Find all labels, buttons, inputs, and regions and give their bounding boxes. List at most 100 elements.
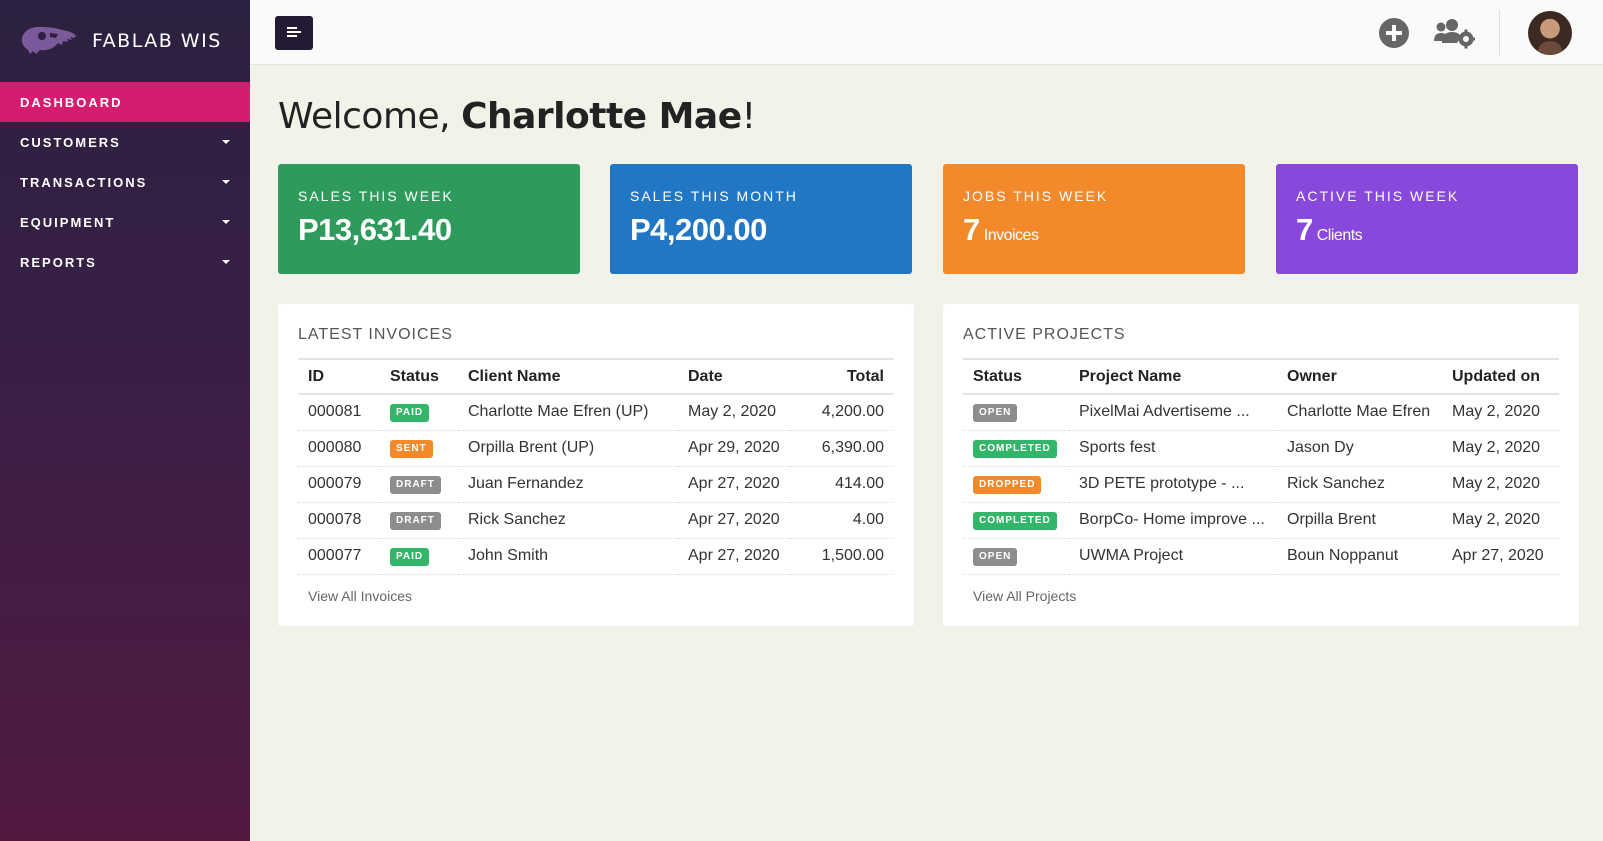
welcome-heading: Welcome, Charlotte Mae! [278, 96, 756, 137]
table-cell: 000078 [298, 502, 380, 539]
table-row[interactable]: OPEN PixelMai Advertiseme ... Charlotte Ma… [963, 394, 1559, 431]
status-badge: DRAFT [390, 476, 441, 494]
table-cell: Orpilla Brent [1277, 502, 1442, 539]
table-cell: PAID [380, 538, 458, 575]
table-cell: Apr 27, 2020 [678, 538, 790, 575]
table-cell: May 2, 2020 [678, 394, 790, 431]
table-cell: Boun Noppanut [1277, 538, 1442, 575]
table-cell: 414.00 [789, 466, 894, 503]
card-title: ACTIVE PROJECTS [963, 326, 1126, 343]
table-cell: Jason Dy [1277, 430, 1442, 467]
column-header[interactable]: Client Name [458, 359, 678, 394]
user-avatar[interactable] [1528, 11, 1572, 55]
status-badge: PAID [390, 548, 430, 566]
active-projects-card: ACTIVE PROJECTS Status Project Name Owner U… [943, 304, 1579, 626]
table-row[interactable]: 000079 DRAFT Juan Fernandez Apr 27, 2020 414… [298, 466, 894, 503]
table-cell: Apr 27, 2020 [1442, 538, 1559, 575]
caret-down-icon [222, 260, 230, 264]
table-row[interactable]: 000080 SENT Orpilla Brent (UP) Apr 29, 2020… [298, 430, 894, 467]
sidebar-item-customers[interactable]: CUSTOMERS [0, 122, 250, 162]
table-cell: UWMA Project [1069, 538, 1277, 575]
status-badge: DROPPED [973, 476, 1042, 494]
table-row[interactable]: COMPLETED BorpCo- Home improve ... Orpilla… [963, 502, 1559, 539]
jobs-this-week-card[interactable]: JOBS THIS WEEK 7 Invoices [943, 164, 1245, 274]
status-badge: OPEN [973, 548, 1018, 566]
sidebar-item-equipment[interactable]: EQUIPMENT [0, 202, 250, 242]
stat-unit: Invoices [983, 227, 1039, 244]
brand[interactable]: FABLAB WIS [0, 0, 250, 82]
column-header[interactable]: Date [678, 359, 790, 394]
column-header[interactable]: Status [380, 359, 458, 394]
menu-icon [287, 27, 301, 37]
column-header[interactable]: Status [963, 359, 1069, 394]
status-badge: PAID [390, 404, 430, 423]
table-cell: Rick Sanchez [1277, 466, 1442, 503]
table-row[interactable]: 000081 PAID Charlotte Mae Efren (UP) May 2,… [298, 394, 894, 431]
sidebar-item-label: DASHBOARD [20, 94, 123, 110]
table-cell: 3D PETE prototype - ... [1069, 466, 1277, 503]
table-cell: 000081 [298, 394, 380, 431]
dinosaur-skull-logo-icon [21, 26, 77, 54]
sidebar: FABLAB WIS DASHBOARD CUSTOMERS TRANSACTION… [0, 0, 250, 841]
table-row[interactable]: 000077 PAID John Smith Apr 27, 2020 1,500.00 [298, 538, 894, 575]
column-header[interactable]: Owner [1277, 359, 1442, 394]
sales-this-month-card[interactable]: SALES THIS MONTH P4,200.00 [610, 164, 912, 274]
stat-label: SALES THIS MONTH [630, 188, 798, 204]
sidebar-item-label: TRANSACTIONS [20, 174, 148, 190]
column-header[interactable]: ID [298, 359, 380, 394]
table-cell: Juan Fernandez [458, 466, 678, 503]
welcome-suffix: ! [741, 96, 756, 137]
table-cell: May 2, 2020 [1442, 394, 1559, 431]
table-row[interactable]: DROPPED 3D PETE prototype - ... Rick Sanch… [963, 466, 1559, 503]
view-all-projects-link[interactable]: View All Projects [973, 588, 1549, 604]
stat-label: SALES THIS WEEK [298, 188, 454, 204]
table-cell: 4,200.00 [789, 394, 894, 431]
stat-count: 7 [963, 212, 980, 247]
table-cell: Charlotte Mae Efren [1277, 394, 1442, 431]
table-cell: SENT [380, 430, 458, 467]
table-row[interactable]: COMPLETED Sports fest Jason Dy May 2, 2020 [963, 430, 1559, 467]
table-row[interactable]: 000078 DRAFT Rick Sanchez Apr 27, 2020 4.00 [298, 502, 894, 539]
stat-value: P4,200.00 [630, 212, 767, 247]
column-header[interactable]: Updated on [1442, 359, 1559, 394]
table-cell: PixelMai Advertiseme ... [1069, 394, 1277, 431]
latest-invoices-card: LATEST INVOICES ID Status Client Name Date T… [278, 304, 914, 626]
sales-this-week-card[interactable]: SALES THIS WEEK P13,631.40 [278, 164, 580, 274]
menu-toggle-button[interactable] [275, 16, 313, 50]
table-cell: DRAFT [380, 466, 458, 503]
active-this-week-card[interactable]: ACTIVE THIS WEEK 7 Clients [1276, 164, 1578, 274]
table-cell: Apr 27, 2020 [678, 466, 790, 503]
status-badge: COMPLETED [973, 512, 1057, 530]
sidebar-item-transactions[interactable]: TRANSACTIONS [0, 162, 250, 202]
card-title: LATEST INVOICES [298, 326, 453, 343]
table-cell: COMPLETED [963, 430, 1069, 467]
table-cell: Rick Sanchez [458, 502, 678, 539]
projects-table: Status Project Name Owner Updated on OPEN Pi… [963, 358, 1559, 575]
sidebar-item-label: EQUIPMENT [20, 214, 116, 230]
stat-label: ACTIVE THIS WEEK [1296, 188, 1460, 204]
table-cell: 000080 [298, 430, 380, 467]
table-cell: DROPPED [963, 466, 1069, 503]
table-cell: OPEN [963, 394, 1069, 431]
stat-value: P13,631.40 [298, 212, 452, 247]
column-header[interactable]: Total [790, 359, 894, 394]
welcome-user-name: Charlotte Mae [461, 96, 742, 137]
sidebar-item-dashboard[interactable]: DASHBOARD [0, 82, 250, 122]
caret-down-icon [222, 140, 230, 144]
table-cell: 4.00 [789, 502, 894, 539]
stat-unit: Clients [1316, 227, 1363, 244]
status-badge: OPEN [973, 404, 1018, 423]
users-settings-icon[interactable] [1433, 17, 1475, 49]
table-cell: Sports fest [1069, 430, 1277, 467]
table-cell: 000079 [298, 466, 380, 503]
add-circle-icon[interactable] [1378, 17, 1410, 49]
column-header[interactable]: Project Name [1069, 359, 1277, 394]
sidebar-item-label: CUSTOMERS [20, 134, 121, 150]
sidebar-item-reports[interactable]: REPORTS [0, 242, 250, 282]
table-cell: 000077 [298, 538, 380, 575]
welcome-prefix: Welcome, [278, 96, 462, 137]
view-all-invoices-link[interactable]: View All Invoices [308, 588, 884, 604]
table-cell: Orpilla Brent (UP) [458, 430, 678, 467]
table-cell: BorpCo- Home improve ... [1069, 502, 1277, 539]
table-row[interactable]: OPEN UWMA Project Boun Noppanut Apr 27, 202… [963, 538, 1559, 575]
